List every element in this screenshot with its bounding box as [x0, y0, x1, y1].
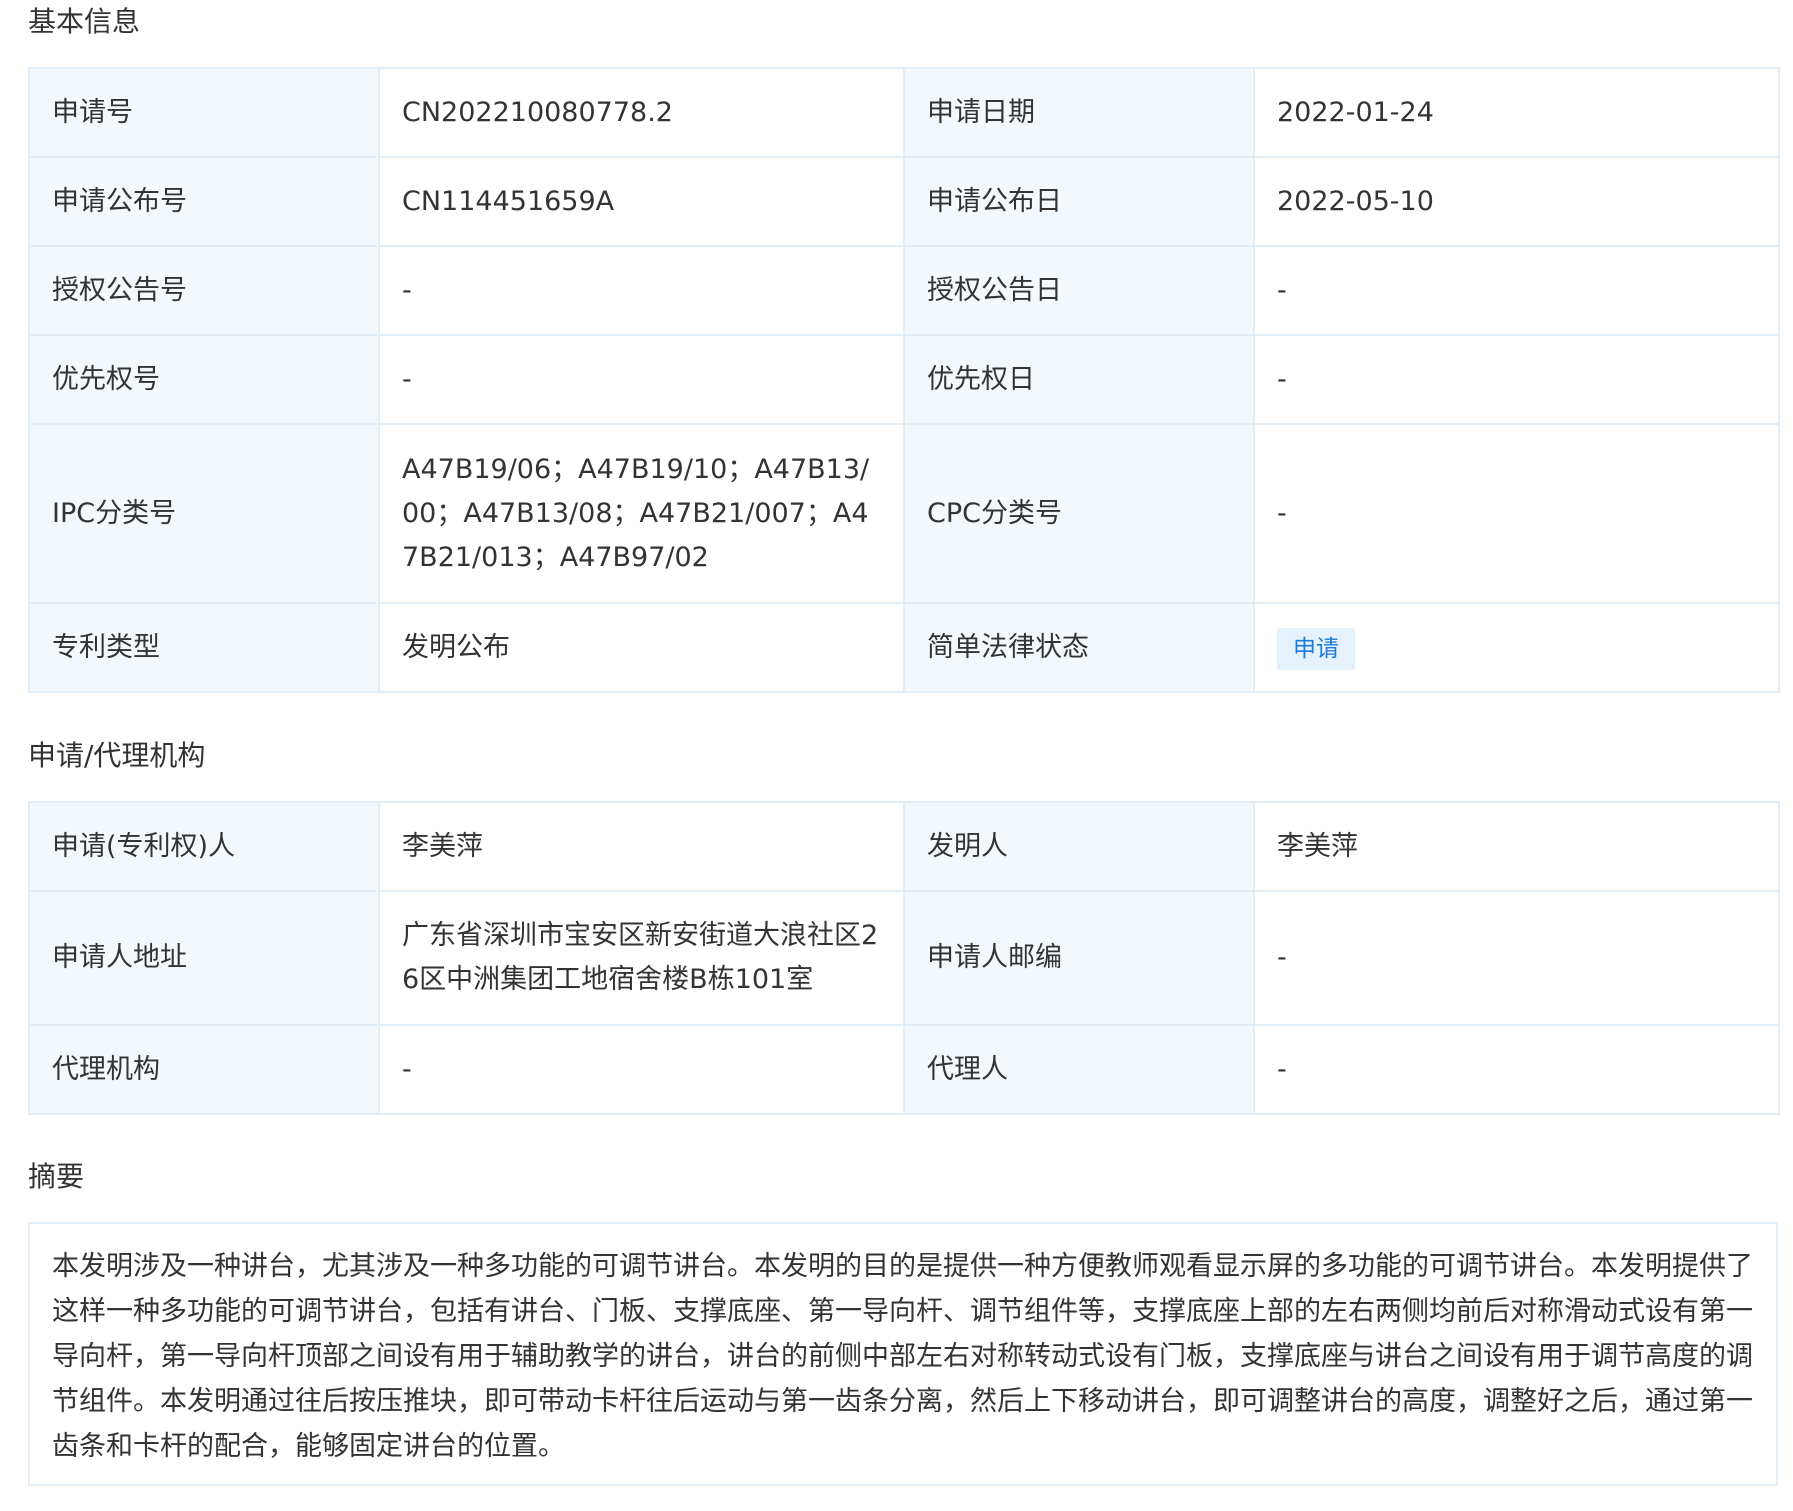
table-row: 申请人地址 广东省深圳市宝安区新安街道大浪社区26区中洲集团工地宿舍楼B栋101… — [28, 890, 1780, 1026]
abstract-title: 摘要 — [28, 1160, 85, 1193]
table-row: 申请号 CN202210080778.2 申请日期 2022-01-24 — [28, 67, 1780, 158]
field-label: 申请公布号 — [28, 156, 380, 247]
field-label: 优先权日 — [903, 334, 1255, 425]
field-label: 代理人 — [903, 1024, 1255, 1115]
table-row: 专利类型 发明公布 简单法律状态 申请 — [28, 602, 1780, 693]
legal-status-badge: 申请 — [1277, 627, 1355, 670]
field-label: IPC分类号 — [28, 423, 380, 604]
field-label: 优先权号 — [28, 334, 380, 425]
applicant-postcode: - — [1253, 890, 1780, 1026]
field-label: 申请人邮编 — [903, 890, 1255, 1026]
agency-info-title: 申请/代理机构 — [28, 739, 206, 772]
patent-type: 发明公布 — [378, 602, 905, 693]
field-label: 申请公布日 — [903, 156, 1255, 247]
application-number: CN202210080778.2 — [378, 67, 905, 158]
table-row: 申请(专利权)人 李美萍 发明人 李美萍 — [28, 801, 1780, 892]
applicant-address: 广东省深圳市宝安区新安街道大浪社区26区中洲集团工地宿舍楼B栋101室 — [378, 890, 905, 1026]
application-date: 2022-01-24 — [1253, 67, 1780, 158]
applicant: 李美萍 — [378, 801, 905, 892]
publication-number: CN114451659A — [378, 156, 905, 247]
field-label: 申请号 — [28, 67, 380, 158]
field-label: 申请日期 — [903, 67, 1255, 158]
table-row: 授权公告号 - 授权公告日 - — [28, 245, 1780, 336]
field-label: 发明人 — [903, 801, 1255, 892]
publication-date: 2022-05-10 — [1253, 156, 1780, 247]
field-label: 申请人地址 — [28, 890, 380, 1026]
field-label: 简单法律状态 — [903, 602, 1255, 693]
agent: - — [1253, 1024, 1780, 1115]
grant-number: - — [378, 245, 905, 336]
agency: - — [378, 1024, 905, 1115]
agency-info-table: 申请(专利权)人 李美萍 发明人 李美萍 申请人地址 广东省深圳市宝安区新安街道… — [28, 801, 1780, 1115]
basic-info-title: 基本信息 — [28, 5, 141, 38]
field-label: 申请(专利权)人 — [28, 801, 380, 892]
field-label: CPC分类号 — [903, 423, 1255, 604]
cpc-classification: - — [1253, 423, 1780, 604]
priority-number: - — [378, 334, 905, 425]
table-row: 代理机构 - 代理人 - — [28, 1024, 1780, 1115]
table-row: IPC分类号 A47B19/06；A47B19/10；A47B13/00；A47… — [28, 423, 1780, 604]
field-label: 授权公告日 — [903, 245, 1255, 336]
inventor: 李美萍 — [1253, 801, 1780, 892]
abstract-text: 本发明涉及一种讲台，尤其涉及一种多功能的可调节讲台。本发明的目的是提供一种方便教… — [28, 1222, 1778, 1486]
field-label: 代理机构 — [28, 1024, 380, 1115]
field-label: 专利类型 — [28, 602, 380, 693]
legal-status-cell: 申请 — [1253, 602, 1780, 693]
grant-date: - — [1253, 245, 1780, 336]
basic-info-table: 申请号 CN202210080778.2 申请日期 2022-01-24 申请公… — [28, 67, 1780, 693]
ipc-classification: A47B19/06；A47B19/10；A47B13/00；A47B13/08；… — [378, 423, 905, 604]
priority-date: - — [1253, 334, 1780, 425]
table-row: 申请公布号 CN114451659A 申请公布日 2022-05-10 — [28, 156, 1780, 247]
field-label: 授权公告号 — [28, 245, 380, 336]
table-row: 优先权号 - 优先权日 - — [28, 334, 1780, 425]
